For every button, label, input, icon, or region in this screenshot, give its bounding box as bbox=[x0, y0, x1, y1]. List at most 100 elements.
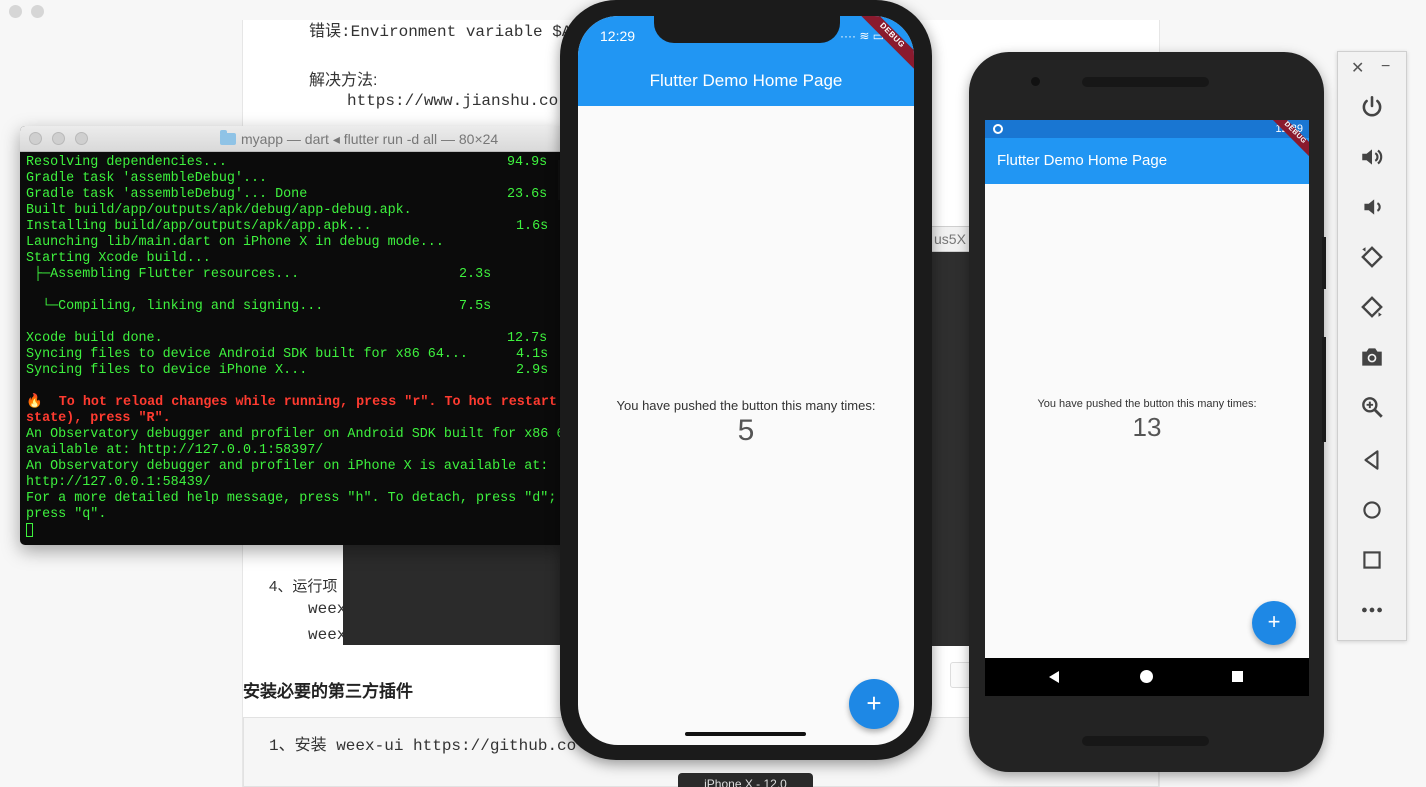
volume-up-icon[interactable] bbox=[1355, 140, 1389, 174]
doc-heading-plugins: 安装必要的第三方插件 bbox=[243, 682, 413, 701]
doc-line-url[interactable]: https://www.jianshu.co bbox=[347, 92, 558, 110]
terminal-line: An Observatory debugger and profiler on … bbox=[26, 459, 549, 474]
iphone-notch bbox=[654, 16, 840, 43]
terminal-cursor bbox=[26, 523, 33, 537]
zoom-icon[interactable] bbox=[1355, 390, 1389, 424]
android-power-key bbox=[1322, 237, 1326, 289]
terminal-title: myapp — dart ◂ flutter run -d all — 80×2… bbox=[241, 131, 499, 147]
notification-icon bbox=[993, 124, 1003, 134]
ios-counter-value: 5 bbox=[737, 414, 755, 447]
terminal-line-text: Gradle task 'assembleDebug'... Done bbox=[26, 187, 308, 202]
android-app-bar: Flutter Demo Home Page bbox=[985, 138, 1309, 184]
terminal-line-time: 94.9s bbox=[507, 155, 548, 170]
terminal-line: Launching lib/main.dart on iPhone X in d… bbox=[26, 235, 565, 251]
terminal-line: Starting Xcode build... bbox=[26, 251, 565, 267]
terminal-line-text: └─Compiling, linking and signing... bbox=[26, 299, 324, 314]
ios-home-indicator[interactable] bbox=[685, 732, 806, 736]
terminal-line: available at: http://127.0.0.1:58397/ bbox=[26, 443, 324, 458]
more-icon[interactable] bbox=[1355, 593, 1389, 627]
terminal-line-time: 2.9s bbox=[516, 363, 549, 378]
terminal-line-text: Launching lib/main.dart on iPhone X in d… bbox=[26, 235, 444, 250]
volume-down-icon[interactable] bbox=[1355, 190, 1389, 224]
terminal-line: http://127.0.0.1:58439/ bbox=[26, 475, 211, 490]
android-counter-label: You have pushed the button this many tim… bbox=[1037, 398, 1257, 410]
android-app-title: Flutter Demo Home Page bbox=[997, 152, 1168, 169]
terminal-line-time: 1.6s bbox=[516, 219, 549, 234]
terminal-line-time: 23.6s bbox=[507, 187, 548, 202]
terminal-line: ├─Assembling Flutter resources... 2.3s bbox=[26, 267, 565, 283]
terminal-line-time: 4.1s bbox=[516, 347, 549, 362]
terminal-line: Xcode build done. 12.7s bbox=[26, 331, 565, 347]
emulator-toolbar: ✕ − bbox=[1337, 51, 1407, 641]
zoom-traffic-light[interactable] bbox=[75, 132, 88, 145]
nav-recent-icon[interactable] bbox=[1232, 671, 1243, 682]
android-screen[interactable]: 12:29 Flutter Demo Home Page DEBUG You h… bbox=[985, 120, 1309, 696]
doc-line-step4: 4、运行项 bbox=[269, 578, 338, 595]
iphone-device-label: iPhone X - 12.0 bbox=[678, 773, 813, 787]
terminal-line-time: 12.7s bbox=[507, 331, 548, 346]
terminal-line: Resolving dependencies... 94.9s bbox=[26, 155, 565, 171]
android-volume-key bbox=[1322, 337, 1326, 442]
iphone-simulator: 12:29 ···· ≋ ▭ Flutter Demo Home Page DE… bbox=[560, 0, 932, 760]
terminal-line: Built build/app/outputs/apk/debug/app-de… bbox=[26, 203, 565, 219]
emulator-close-button[interactable]: ✕ bbox=[1351, 58, 1364, 78]
terminal-line: An Observatory debugger and profiler on … bbox=[26, 427, 565, 442]
android-emulator: 12:29 Flutter Demo Home Page DEBUG You h… bbox=[969, 52, 1326, 772]
terminal-title-wrap: myapp — dart ◂ flutter run -d all — 80×2… bbox=[220, 130, 499, 148]
iphone-screen[interactable]: 12:29 ···· ≋ ▭ Flutter Demo Home Page DE… bbox=[578, 16, 914, 745]
doc-line-error: 错误:Environment variable $A bbox=[309, 23, 572, 41]
android-camera bbox=[1031, 77, 1040, 86]
terminal-output[interactable]: Resolving dependencies... 94.9s Gradle tas… bbox=[20, 152, 565, 545]
rotate-right-icon[interactable] bbox=[1355, 290, 1389, 324]
back-icon[interactable] bbox=[1355, 443, 1389, 477]
minimize-traffic-light[interactable] bbox=[52, 132, 65, 145]
terminal-line-text: Syncing files to device iPhone X... bbox=[26, 363, 308, 378]
ios-status-time: 12:29 bbox=[600, 28, 636, 44]
terminal-line: └─Compiling, linking and signing... 7.5s bbox=[26, 299, 565, 315]
nav-back-icon[interactable] bbox=[1049, 671, 1059, 683]
window-dot-1 bbox=[9, 5, 22, 18]
doc-line-weex1: weex bbox=[308, 600, 347, 618]
terminal-hot-reload-line: 🔥 To hot reload changes while running, p… bbox=[26, 395, 557, 410]
terminal-line-text: Resolving dependencies... bbox=[26, 155, 227, 170]
terminal-line: Installing build/app/outputs/apk/app.apk… bbox=[26, 219, 565, 235]
camera-icon[interactable] bbox=[1355, 340, 1389, 374]
terminal-line: Syncing files to device Android SDK buil… bbox=[26, 347, 565, 363]
android-nav-bar bbox=[985, 658, 1309, 696]
terminal-line: For a more detailed help message, press … bbox=[26, 491, 557, 506]
doc-line-solution: 解决方法: bbox=[309, 72, 378, 89]
android-speaker-top bbox=[1082, 77, 1209, 87]
terminal-line-text: ├─Assembling Flutter resources... bbox=[26, 267, 300, 282]
doc-line-install: 1、安装 weex-ui https://github.co bbox=[269, 737, 577, 755]
close-traffic-light[interactable] bbox=[29, 132, 42, 145]
terminal-line: press "q". bbox=[26, 507, 107, 522]
terminal-line: Gradle task 'assembleDebug'... Done 23.6s bbox=[26, 187, 565, 203]
ios-debug-banner: DEBUG bbox=[854, 16, 914, 73]
terminal-line-text: Gradle task 'assembleDebug'... bbox=[26, 171, 268, 186]
terminal-line-text: Syncing files to device Android SDK buil… bbox=[26, 347, 468, 362]
folder-icon bbox=[220, 130, 236, 145]
android-counter-value: 13 bbox=[1132, 412, 1162, 442]
android-status-bar: 12:29 bbox=[985, 120, 1309, 138]
overview-icon[interactable] bbox=[1355, 543, 1389, 577]
ios-increment-button[interactable]: + bbox=[849, 679, 899, 729]
terminal-line-text: Xcode build done. bbox=[26, 331, 163, 346]
ios-counter-label: You have pushed the button this many tim… bbox=[616, 398, 876, 413]
home-icon[interactable] bbox=[1355, 493, 1389, 527]
android-increment-button[interactable]: + bbox=[1252, 601, 1296, 645]
android-speaker-bottom bbox=[1082, 736, 1209, 746]
emulator-minimize-button[interactable]: − bbox=[1381, 58, 1390, 76]
terminal-line: Syncing files to device iPhone X... 2.9s bbox=[26, 363, 565, 379]
terminal-titlebar[interactable]: myapp — dart ◂ flutter run -d all — 80×2… bbox=[20, 126, 565, 152]
terminal-window[interactable]: myapp — dart ◂ flutter run -d all — 80×2… bbox=[20, 126, 565, 545]
rotate-left-icon[interactable] bbox=[1355, 240, 1389, 274]
terminal-prompt[interactable] bbox=[26, 523, 565, 539]
nav-home-icon[interactable] bbox=[1140, 670, 1153, 683]
ios-app-title: Flutter Demo Home Page bbox=[649, 71, 843, 90]
terminal-line: Gradle task 'assembleDebug'... bbox=[26, 171, 565, 187]
terminal-hot-reload-line: state), press "R". bbox=[26, 411, 171, 426]
power-icon[interactable] bbox=[1355, 90, 1389, 124]
